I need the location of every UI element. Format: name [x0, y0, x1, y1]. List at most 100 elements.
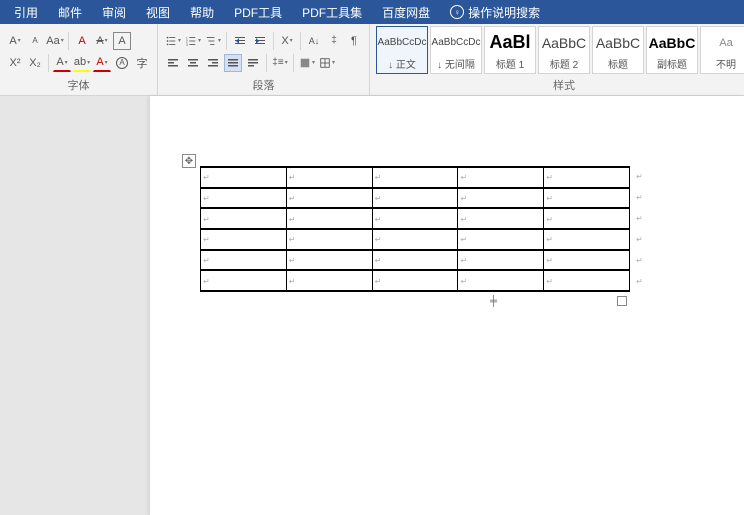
table-resize-handle-icon[interactable] — [617, 296, 627, 306]
table-cell[interactable] — [544, 229, 630, 250]
style-name: ↓ 无间隔 — [437, 56, 475, 71]
superscript-button[interactable]: X² — [6, 54, 24, 72]
ribbon-group-paragraph: ▾ 123▾ ▾ X▾ A↓ ‡ ¶ ‡≡▾ — [158, 24, 370, 95]
font-color-button[interactable]: A▾ — [53, 54, 71, 72]
table-cell[interactable] — [458, 250, 544, 271]
table-cell[interactable] — [544, 188, 630, 209]
change-case-button[interactable]: Aa▾ — [46, 32, 64, 50]
menu-mailings[interactable]: 邮件 — [48, 0, 92, 24]
menu-help[interactable]: 帮助 — [180, 0, 224, 24]
sort-button[interactable]: A↓ — [305, 32, 323, 50]
highlight-button[interactable]: ab▾ — [73, 54, 91, 72]
style-name: 副标题 — [657, 56, 687, 71]
distribute-button[interactable] — [244, 54, 262, 72]
paragraph-mark-icon: ↵ — [630, 229, 643, 250]
style-name: 标题 — [608, 56, 628, 71]
menu-review[interactable]: 审阅 — [92, 0, 136, 24]
asian-layout-button[interactable]: X▾ — [278, 32, 296, 50]
table-cell[interactable] — [286, 188, 372, 209]
table-move-handle-icon[interactable]: ✥ — [182, 154, 196, 168]
paragraph-mark-icon: ↵ — [630, 208, 643, 229]
table-cell[interactable] — [286, 229, 372, 250]
paragraph-mark-icon: ↵ — [630, 166, 643, 187]
font-shrink-button[interactable]: A — [26, 32, 44, 50]
align-right-button[interactable] — [204, 54, 222, 72]
table-cell[interactable] — [372, 208, 458, 229]
char-border-button[interactable]: A — [113, 32, 131, 50]
table-cell[interactable] — [286, 167, 372, 188]
char-shading-button[interactable]: A▾ — [93, 54, 111, 72]
table-cell[interactable] — [458, 188, 544, 209]
bullets-button[interactable]: ▾ — [164, 32, 182, 50]
separator — [226, 32, 227, 50]
ribbon-group-styles: AaBbCcDc↓ 正文AaBbCcDc↓ 无间隔AaBl标题 1AaBbC标题… — [370, 24, 744, 95]
table-cell[interactable] — [458, 208, 544, 229]
style-item[interactable]: Aa不明 — [700, 26, 744, 74]
line-spacing2-button[interactable]: ‡≡▾ — [271, 54, 289, 72]
table-cell[interactable] — [201, 167, 287, 188]
enclose-char-button[interactable]: A — [113, 54, 131, 72]
multilevel-list-button[interactable]: ▾ — [204, 32, 222, 50]
table-cell[interactable] — [286, 270, 372, 291]
numbering-button[interactable]: 123▾ — [184, 32, 202, 50]
lightbulb-icon: ♀ — [450, 5, 464, 19]
increase-indent-button[interactable] — [251, 32, 269, 50]
table-cell[interactable] — [544, 167, 630, 188]
show-marks-button[interactable]: ¶ — [345, 32, 363, 50]
ribbon: A▾ A Aa▾ A A▾ A X² X₂ A▾ ab▾ A▾ A 字 字体 — [0, 24, 744, 96]
char-border2-button[interactable]: 字 — [133, 54, 151, 72]
borders-button[interactable]: ▾ — [318, 54, 336, 72]
table-cell[interactable] — [286, 250, 372, 271]
document-table[interactable] — [200, 166, 630, 292]
line-spacing-button[interactable]: ‡ — [325, 32, 343, 50]
style-item[interactable]: AaBbCcDc↓ 正文 — [376, 26, 428, 74]
table-cell[interactable] — [544, 250, 630, 271]
menu-pdf-tools[interactable]: PDF工具 — [224, 0, 292, 24]
decrease-indent-button[interactable] — [231, 32, 249, 50]
table-cell[interactable] — [372, 250, 458, 271]
style-item[interactable]: AaBl标题 1 — [484, 26, 536, 74]
style-item[interactable]: AaBbC标题 2 — [538, 26, 590, 74]
paragraph-mark-icon: ↵ — [630, 187, 643, 208]
clear-formatting-button[interactable]: A▾ — [93, 32, 111, 50]
menu-view[interactable]: 视图 — [136, 0, 180, 24]
phonetic-guide-button[interactable]: A — [73, 32, 91, 50]
table-cell[interactable] — [372, 188, 458, 209]
table-cell[interactable] — [201, 250, 287, 271]
menu-references[interactable]: 引用 — [4, 0, 48, 24]
separator — [48, 54, 49, 72]
justify-button[interactable] — [224, 54, 242, 72]
style-item[interactable]: AaBbC副标题 — [646, 26, 698, 74]
shading-button[interactable]: ▾ — [298, 54, 316, 72]
document-table-wrap: ↵↵↵↵↵↵ ╪ — [200, 166, 704, 307]
table-cell[interactable] — [201, 229, 287, 250]
document-area[interactable]: ✥ ↵↵↵↵↵↵ ╪ — [150, 96, 744, 515]
separator — [273, 32, 274, 50]
table-cell[interactable] — [458, 167, 544, 188]
align-left-button[interactable] — [164, 54, 182, 72]
table-cell[interactable] — [544, 270, 630, 291]
menu-bar: 引用 邮件 审阅 视图 帮助 PDF工具 PDF工具集 百度网盘 ♀ 操作说明搜… — [0, 0, 744, 24]
subscript-button[interactable]: X₂ — [26, 54, 44, 72]
table-cell[interactable] — [201, 208, 287, 229]
style-preview: AaBbCcDc — [377, 29, 427, 56]
style-item[interactable]: AaBbC标题 — [592, 26, 644, 74]
table-cell[interactable] — [458, 229, 544, 250]
table-cell[interactable] — [372, 270, 458, 291]
table-cell[interactable] — [201, 270, 287, 291]
table-cell[interactable] — [286, 208, 372, 229]
table-cell[interactable] — [372, 167, 458, 188]
align-center-button[interactable] — [184, 54, 202, 72]
menu-baidu-netdisk[interactable]: 百度网盘 — [372, 0, 440, 24]
table-cell[interactable] — [372, 229, 458, 250]
menu-pdf-toolset[interactable]: PDF工具集 — [292, 0, 372, 24]
style-preview: AaBbC — [647, 29, 697, 56]
table-cell[interactable] — [544, 208, 630, 229]
table-cell[interactable] — [458, 270, 544, 291]
font-grow-button[interactable]: A▾ — [6, 32, 24, 50]
tell-me-search[interactable]: ♀ 操作说明搜索 — [440, 0, 550, 24]
page[interactable]: ✥ ↵↵↵↵↵↵ ╪ — [150, 96, 744, 347]
table-cell[interactable] — [201, 188, 287, 209]
styles-gallery[interactable]: AaBbCcDc↓ 正文AaBbCcDc↓ 无间隔AaBl标题 1AaBbC标题… — [376, 26, 744, 74]
style-item[interactable]: AaBbCcDc↓ 无间隔 — [430, 26, 482, 74]
